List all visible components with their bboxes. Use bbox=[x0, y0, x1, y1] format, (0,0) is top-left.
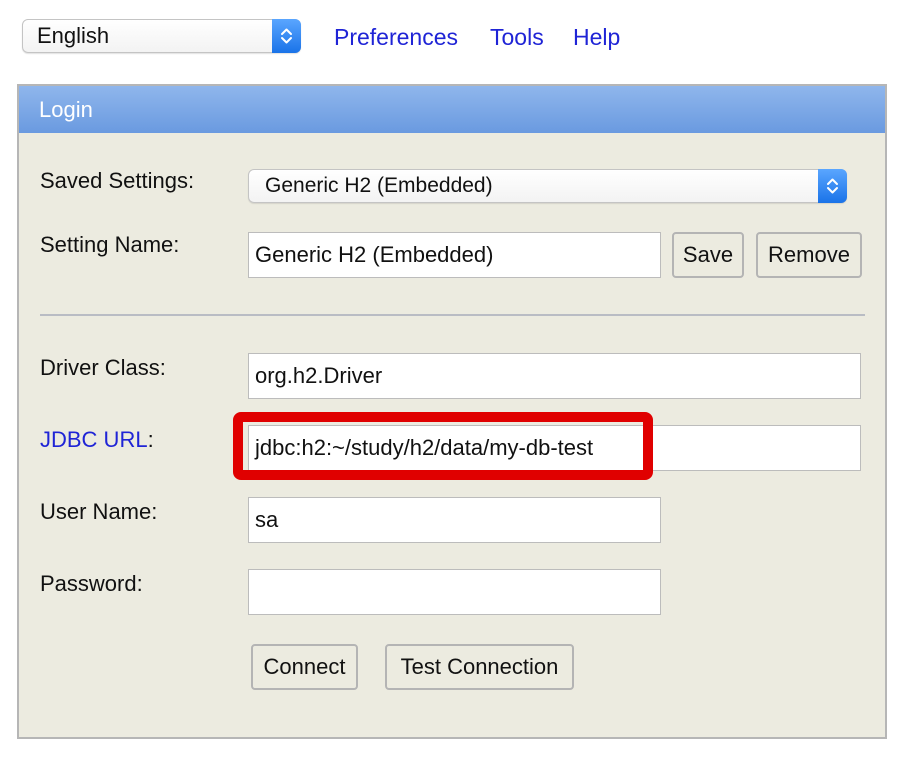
language-select-value: English bbox=[37, 23, 110, 48]
saved-settings-select[interactable]: Generic H2 (Embedded) bbox=[248, 169, 847, 203]
connect-button[interactable]: Connect bbox=[251, 644, 358, 690]
password-input[interactable] bbox=[248, 569, 661, 615]
divider bbox=[40, 314, 865, 316]
test-connection-button[interactable]: Test Connection bbox=[385, 644, 574, 690]
preferences-link[interactable]: Preferences bbox=[334, 24, 458, 50]
help-link[interactable]: Help bbox=[573, 24, 620, 50]
remove-button[interactable]: Remove bbox=[756, 232, 862, 278]
password-label: Password: bbox=[40, 571, 143, 596]
setting-name-label: Setting Name: bbox=[40, 232, 180, 257]
select-arrows-icon bbox=[272, 19, 301, 53]
driver-class-input[interactable]: org.h2.Driver bbox=[248, 353, 861, 399]
setting-name-input[interactable]: Generic H2 (Embedded) bbox=[248, 232, 661, 278]
save-button[interactable]: Save bbox=[672, 232, 744, 278]
user-name-input[interactable]: sa bbox=[248, 497, 661, 543]
tools-link[interactable]: Tools bbox=[490, 24, 544, 50]
jdbc-url-help-link[interactable]: JDBC URL bbox=[40, 427, 148, 452]
language-select[interactable]: English bbox=[22, 19, 301, 53]
jdbc-url-label: JDBC URL: bbox=[40, 427, 154, 453]
driver-class-label: Driver Class: bbox=[40, 355, 166, 380]
saved-settings-label: Saved Settings: bbox=[40, 168, 195, 193]
jdbc-url-label-suffix: : bbox=[147, 427, 154, 452]
login-panel-title: Login bbox=[19, 86, 885, 133]
saved-settings-value: Generic H2 (Embedded) bbox=[265, 174, 493, 197]
select-arrows-icon bbox=[818, 169, 847, 203]
login-panel: Login Saved Settings: Generic H2 (Embedd… bbox=[17, 84, 887, 739]
jdbc-url-input[interactable]: jdbc:h2:~/study/h2/data/my-db-test bbox=[248, 425, 861, 471]
user-name-label: User Name: bbox=[40, 499, 158, 524]
